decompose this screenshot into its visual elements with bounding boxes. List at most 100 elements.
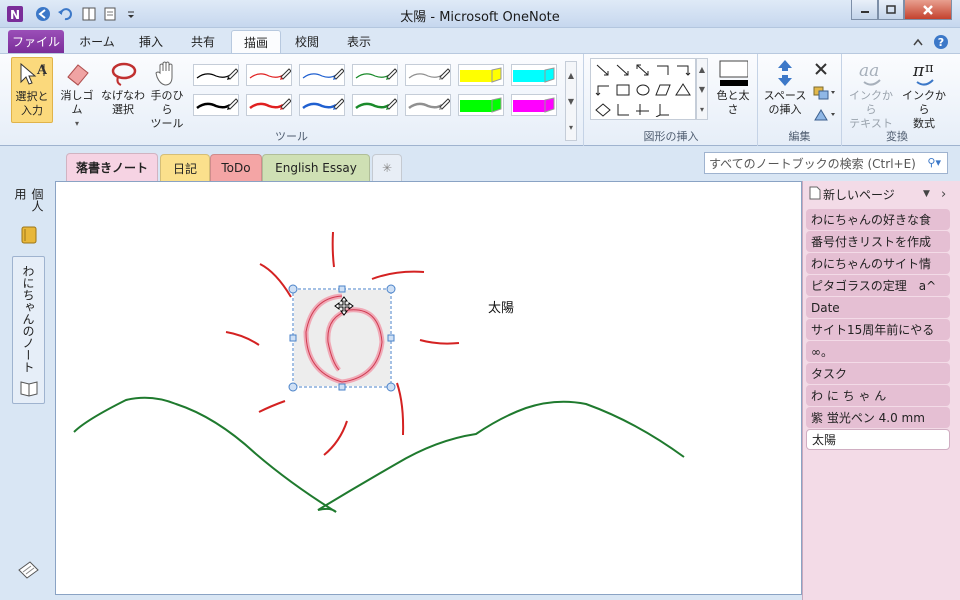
- tab-file[interactable]: ファイル: [8, 30, 64, 53]
- ink-to-math-button[interactable]: ππ インクから 数式: [898, 57, 950, 131]
- page-list-item[interactable]: わ に ち ゃ ん: [806, 385, 950, 406]
- help-icon[interactable]: ?: [932, 30, 950, 53]
- ink-drawing[interactable]: [56, 182, 803, 596]
- tab-insert[interactable]: 挿入: [126, 30, 176, 53]
- pen-swatch[interactable]: [511, 64, 557, 86]
- unfiled-notes-icon[interactable]: [16, 558, 40, 583]
- select-and-type-button[interactable]: A 選択と 入力: [11, 57, 53, 123]
- ray-lower-left: [258, 400, 286, 413]
- tab-home[interactable]: ホーム: [72, 30, 122, 53]
- pen-swatch[interactable]: [405, 94, 451, 116]
- arrange-icon[interactable]: [812, 84, 836, 102]
- shape-gallery: [590, 58, 696, 120]
- page-list-item[interactable]: 紫 蛍光ペン 4.0 mm: [806, 407, 950, 428]
- tools-group: A 選択と 入力 消しゴム ▾ なげなわ 選択 手のひら ツール ▲ ▼ ▾ ツ…: [0, 54, 584, 147]
- page-list-item[interactable]: タスク: [806, 363, 950, 384]
- page-canvas[interactable]: 太陽: [55, 181, 802, 595]
- lasso-select-button[interactable]: なげなわ 選択: [100, 57, 146, 117]
- color-and-thickness-button[interactable]: 色と太さ: [712, 57, 754, 117]
- shape-elbow-icon[interactable]: [654, 62, 671, 77]
- new-page-button[interactable]: 新しいページ ▼ ›: [803, 181, 960, 207]
- tab-draw[interactable]: 描画: [231, 30, 281, 53]
- minimize-button[interactable]: [851, 0, 878, 20]
- scroll-up-icon[interactable]: ▲: [568, 71, 574, 80]
- shape-scroll-down-icon[interactable]: ▼: [699, 85, 705, 94]
- pen-swatch[interactable]: [458, 94, 504, 116]
- shape-elbow2-icon[interactable]: [674, 62, 691, 77]
- shape-elbow3-icon[interactable]: [594, 82, 611, 97]
- ray-upper-right: [371, 270, 425, 280]
- collapse-ribbon-icon[interactable]: [910, 30, 926, 53]
- shape-rectangle-icon[interactable]: [614, 82, 631, 97]
- page-list-item[interactable]: サイト15周年前にやる: [806, 319, 950, 340]
- select-and-type-label: 選択と 入力: [15, 90, 49, 117]
- window-title: 太陽 - Microsoft OneNote: [400, 10, 560, 25]
- rotate-icon[interactable]: [812, 106, 836, 124]
- pen-swatch[interactable]: [193, 94, 239, 116]
- scroll-down-icon[interactable]: ▼: [568, 97, 574, 106]
- title-bar: N 太陽 - Microsoft OneNote: [0, 0, 960, 28]
- shape-gallery-scroll[interactable]: ▲ ▼ ▾: [696, 58, 708, 120]
- section-tab-diary[interactable]: 日記: [160, 154, 210, 181]
- notebook-personal[interactable]: 個人用: [13, 188, 44, 248]
- pen-swatch[interactable]: [511, 94, 557, 116]
- new-page-label: 新しいページ: [823, 187, 895, 202]
- color-thickness-icon: [718, 57, 748, 89]
- pen-swatch[interactable]: [352, 64, 398, 86]
- pen-swatch[interactable]: [246, 64, 292, 86]
- new-section-star-icon[interactable]: ✳: [372, 154, 402, 181]
- ray-lower-right: [396, 382, 405, 436]
- page-list-item[interactable]: Date: [806, 297, 950, 318]
- pen-swatch[interactable]: [246, 94, 292, 116]
- tab-review[interactable]: 校閲: [282, 30, 332, 53]
- page-list-item[interactable]: わにちゃんの好きな食: [806, 209, 950, 230]
- new-page-dropdown-icon[interactable]: ▼: [923, 189, 930, 199]
- insert-shapes-group: ▲ ▼ ▾ 色と太さ 図形の挿入: [585, 54, 758, 147]
- search-icon[interactable]: ⚲▾: [927, 156, 941, 169]
- insert-space-button[interactable]: スペース の挿入: [762, 57, 808, 117]
- pen-swatch[interactable]: [405, 64, 451, 86]
- section-tab-english-essay[interactable]: English Essay: [262, 154, 370, 181]
- section-tab-rakugaki[interactable]: 落書きノート: [66, 153, 158, 181]
- panning-hand-button[interactable]: 手のひら ツール: [146, 57, 188, 131]
- page-list-item[interactable]: 太陽: [806, 429, 950, 450]
- shape-axis3-icon[interactable]: [654, 102, 671, 117]
- shape-triangle-icon[interactable]: [674, 82, 691, 97]
- notebook-nav: 個人用 わにちゃんのノート: [0, 146, 55, 600]
- shape-axis2-icon[interactable]: [634, 102, 651, 117]
- page-list-item[interactable]: わにちゃんのサイト情: [806, 253, 950, 274]
- collapse-pages-icon[interactable]: ›: [941, 187, 946, 202]
- shape-scroll-up-icon[interactable]: ▲: [699, 65, 705, 74]
- close-button[interactable]: [904, 0, 952, 20]
- pen-swatch[interactable]: [193, 64, 239, 86]
- tab-view[interactable]: 表示: [334, 30, 384, 53]
- ray-bottom: [323, 420, 348, 456]
- eraser-button[interactable]: 消しゴム ▾: [56, 57, 98, 131]
- shape-arrow-down-right-icon[interactable]: [594, 62, 611, 77]
- new-page-icon: [809, 186, 821, 203]
- shape-more-icon[interactable]: ▾: [700, 105, 704, 114]
- tab-share[interactable]: 共有: [178, 30, 228, 53]
- svg-text:A: A: [36, 63, 47, 78]
- maximize-button[interactable]: [878, 0, 904, 20]
- pen-swatch[interactable]: [458, 64, 504, 86]
- pen-swatch[interactable]: [299, 64, 345, 86]
- shape-ellipse-icon[interactable]: [634, 82, 651, 97]
- page-list-item[interactable]: ∞。: [806, 341, 950, 362]
- svg-text:aa: aa: [859, 61, 879, 81]
- section-tab-strip: › 落書きノート 日記 ToDo English Essay ✳ すべてのノート…: [0, 146, 960, 181]
- shape-parallelogram-icon[interactable]: [654, 82, 671, 97]
- pen-swatch[interactable]: [352, 94, 398, 116]
- shape-arrow-down-right2-icon[interactable]: [614, 62, 631, 77]
- page-list-item[interactable]: 番号付きリストを作成: [806, 231, 950, 252]
- delete-icon[interactable]: [812, 60, 832, 78]
- pen-swatch[interactable]: [299, 94, 345, 116]
- notebook-wani[interactable]: わにちゃんのノート: [12, 256, 45, 404]
- ink-to-text-button[interactable]: aa インクから テキスト: [845, 57, 897, 131]
- shape-double-arrow-icon[interactable]: [634, 62, 651, 77]
- shape-diamond-icon[interactable]: [594, 102, 611, 117]
- search-field[interactable]: すべてのノートブックの検索 (Ctrl+E) ⚲▾: [704, 152, 948, 174]
- shape-axis-icon[interactable]: [614, 102, 631, 117]
- page-list-item[interactable]: ピタゴラスの定理 a^: [806, 275, 950, 296]
- section-tab-todo[interactable]: ToDo: [210, 154, 262, 181]
